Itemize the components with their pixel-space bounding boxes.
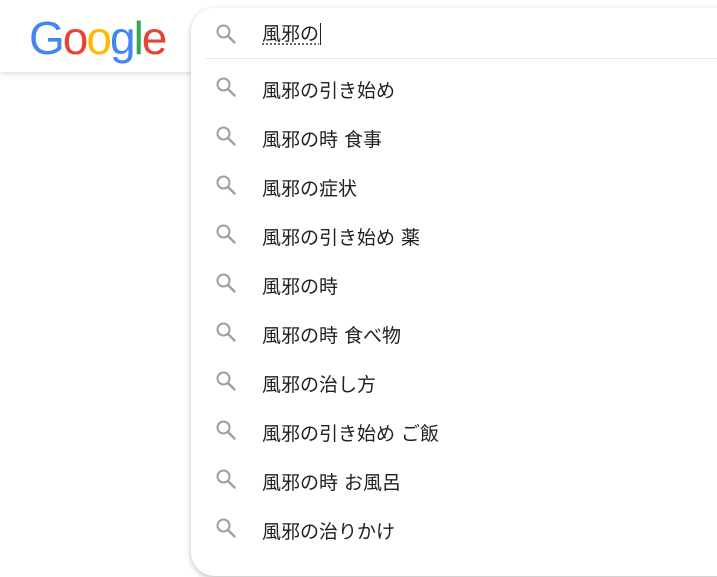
suggestion-label: 風邪の引き始め	[262, 80, 396, 102]
search-panel: 風邪の 風邪の引き始め 風邪の時 食事 風邪の症状 風邪の引き始め 薬 風邪の時…	[191, 8, 717, 576]
logo-letter: e	[141, 12, 168, 64]
search-icon	[214, 222, 238, 246]
divider	[205, 58, 717, 59]
search-icon	[214, 173, 238, 197]
suggestion-label: 風邪の時 食べ物	[262, 325, 402, 347]
page: Google 風邪の 風邪の引き始め 風邪の時 食事 風邪の症状 風邪の引き始め…	[0, 0, 717, 577]
suggestion-label: 風邪の時	[262, 276, 339, 298]
suggestion-item[interactable]: 風邪の治りかけ	[191, 504, 717, 553]
suggestion-label: 風邪の引き始め 薬	[262, 227, 421, 249]
suggestion-item[interactable]: 風邪の時 食べ物	[191, 308, 717, 357]
suggestion-item[interactable]: 風邪の時	[191, 259, 717, 308]
suggestion-item[interactable]: 風邪の時 食事	[191, 112, 717, 161]
search-input-text: 風邪の	[262, 23, 320, 45]
suggestion-label: 風邪の治りかけ	[262, 521, 396, 543]
suggestion-label: 風邪の症状	[262, 178, 358, 200]
search-icon	[214, 22, 238, 46]
suggestion-item[interactable]: 風邪の引き始め 薬	[191, 210, 717, 259]
search-icon	[214, 271, 238, 295]
search-icon	[214, 369, 238, 393]
logo-letter: o	[86, 12, 112, 64]
suggestion-item[interactable]: 風邪の引き始め ご飯	[191, 406, 717, 455]
logo-letter: o	[62, 12, 89, 64]
suggestion-item[interactable]: 風邪の治し方	[191, 357, 717, 406]
search-icon	[214, 75, 238, 99]
google-logo[interactable]: Google	[29, 12, 168, 64]
search-icon	[214, 516, 238, 540]
search-icon	[214, 467, 238, 491]
logo-letter: l	[133, 12, 144, 64]
search-icon	[214, 124, 238, 148]
suggestion-label: 風邪の時 食事	[262, 129, 383, 151]
logo-letter: G	[29, 12, 65, 64]
suggestion-label: 風邪の引き始め ご飯	[262, 423, 440, 445]
text-caret	[320, 23, 322, 45]
suggestion-list: 風邪の引き始め 風邪の時 食事 風邪の症状 風邪の引き始め 薬 風邪の時 風邪の…	[191, 63, 717, 553]
search-icon	[214, 418, 238, 442]
search-input[interactable]: 風邪の	[262, 16, 682, 52]
logo-letter: g	[109, 12, 136, 64]
suggestion-item[interactable]: 風邪の症状	[191, 161, 717, 210]
suggestion-item[interactable]: 風邪の引き始め	[191, 63, 717, 112]
search-icon	[214, 320, 238, 344]
search-row[interactable]: 風邪の	[191, 8, 717, 58]
suggestion-item[interactable]: 風邪の時 お風呂	[191, 455, 717, 504]
suggestion-label: 風邪の治し方	[262, 374, 377, 396]
suggestion-label: 風邪の時 お風呂	[262, 472, 402, 494]
